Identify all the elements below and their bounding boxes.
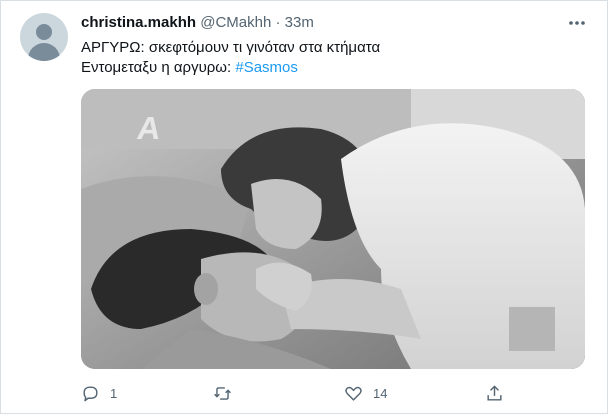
retweet-action[interactable] (213, 382, 242, 404)
tweet-text: ΑΡΓΥΡΩ: σκεφτόμουν τι γινόταν στα κτήματ… (81, 38, 380, 78)
tweet-text-line-2-text: Εντομεταξυ η αργυρω: (81, 59, 236, 76)
reply-count: 1 (110, 385, 118, 401)
heart-icon (345, 386, 362, 401)
retweet-icon (214, 386, 231, 400)
hashtag-link[interactable]: #Sasmos (235, 59, 298, 76)
tweet-media-image[interactable]: A (81, 89, 585, 369)
tweet-text-line-1: ΑΡΓΥΡΩ: σκεφτόμουν τι γινόταν στα κτήματ… (81, 39, 381, 56)
avatar-shoulders-shape (28, 43, 60, 61)
user-handle[interactable]: @CMakhh (200, 14, 271, 31)
share-icon (487, 384, 502, 401)
tweet-header: christina.makhh @CMakhh · 33m (81, 14, 314, 32)
share-action[interactable] (485, 382, 514, 404)
reply-action[interactable]: 1 (81, 382, 117, 404)
media-photo-illustration: A (81, 89, 585, 369)
avatar-head-shape (36, 24, 52, 40)
tweet-card[interactable]: christina.makhh @CMakhh · 33m ΑΡΓΥΡΩ: σκ… (0, 0, 608, 414)
separator-dot: · (275, 14, 281, 31)
like-action[interactable]: 14 (344, 382, 387, 404)
reply-icon (83, 385, 98, 401)
more-options-icon[interactable] (567, 13, 587, 33)
tweet-actions-bar: 1 14 (81, 382, 585, 404)
display-name[interactable]: christina.makhh (81, 14, 196, 31)
timestamp[interactable]: 33m (285, 14, 314, 31)
avatar[interactable] (20, 13, 68, 61)
like-count: 14 (373, 385, 388, 401)
tweet-text-line-2: Εντομεταξυ η αργυρω: #Sasmos (81, 58, 380, 78)
